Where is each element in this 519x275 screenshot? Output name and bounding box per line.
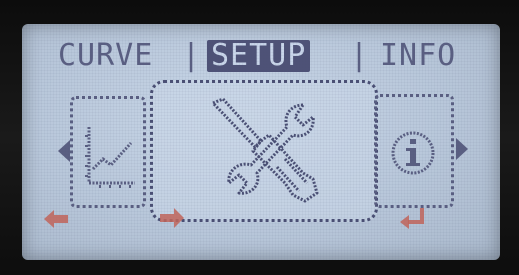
softkey-right-arrow-icon[interactable] xyxy=(160,208,184,228)
tools-icon xyxy=(211,97,319,203)
chart-icon xyxy=(85,127,135,188)
tab-info[interactable]: INFO xyxy=(380,38,456,74)
carousel-item-info[interactable] xyxy=(374,94,454,208)
lcd-screen: CURVE | SETUP | INFO xyxy=(22,24,500,260)
carousel-item-curve[interactable] xyxy=(70,96,146,208)
tab-curve[interactable]: CURVE xyxy=(58,38,153,74)
menu-tab-bar: CURVE | SETUP | INFO xyxy=(58,36,488,76)
tab-setup[interactable]: SETUP xyxy=(207,40,311,72)
tab-separator: | xyxy=(182,38,202,73)
softkey-enter-icon[interactable] xyxy=(400,206,428,232)
carousel-right-arrow-icon[interactable] xyxy=(456,138,468,160)
carousel-left-arrow-icon[interactable] xyxy=(58,140,70,162)
tab-separator: | xyxy=(350,38,370,73)
info-icon xyxy=(391,131,435,175)
softkey-left-arrow-icon[interactable] xyxy=(44,210,68,228)
carousel-item-setup[interactable] xyxy=(150,80,378,222)
